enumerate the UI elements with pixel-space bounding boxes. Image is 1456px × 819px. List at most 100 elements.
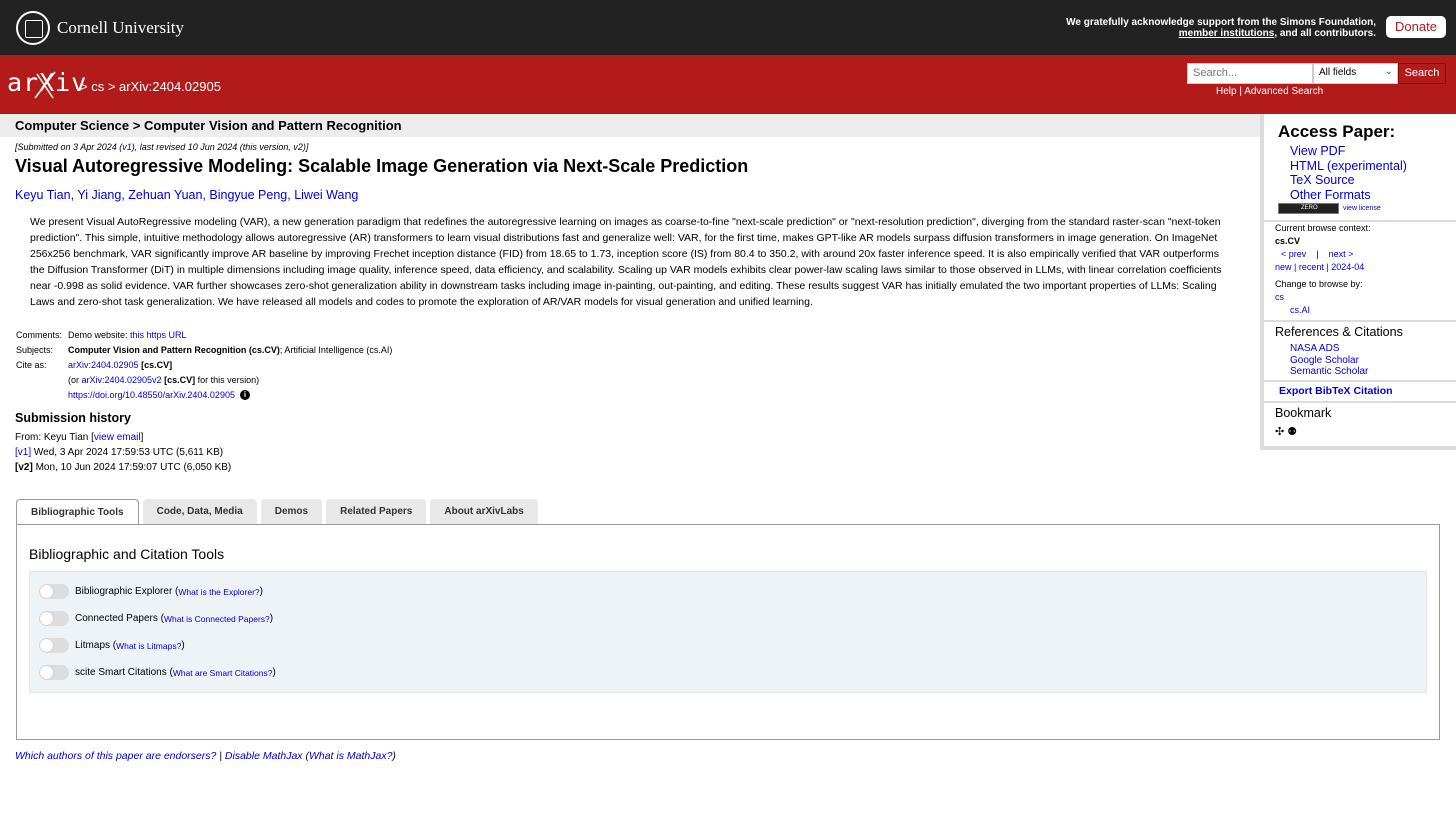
browse-separator: | [1316,249,1319,259]
version-link[interactable]: [v1] [15,447,31,458]
reddit-icon[interactable]: ⚉ [1287,425,1297,438]
cite-id-link[interactable]: arXiv:2404.02905 [68,360,139,370]
panel-title: Bibliographic and Citation Tools [29,546,225,562]
search-field-select[interactable]: All fields ⌄ [1313,63,1398,84]
donate-button[interactable]: Donate [1386,16,1446,38]
author-link[interactable]: Yi Jiang [77,188,121,202]
recent-link[interactable]: recent [1299,262,1324,272]
view-pdf-link[interactable]: View PDF [1290,144,1407,159]
prev-link[interactable]: < prev [1281,249,1306,259]
cite-version: (or arXiv:2404.02905v2 [cs.CV] for this … [68,373,259,388]
history-from: From: Keyu Tian [ [15,432,94,443]
search-button[interactable]: Search [1398,63,1446,84]
endorsers-link[interactable]: Which authors of this paper are endorser… [15,750,216,762]
cc-zero-badge-icon[interactable]: ZERO [1278,203,1339,214]
html-link[interactable]: HTML (experimental) [1290,159,1407,174]
ack-text: We gratefully acknowledge support from t… [1066,17,1376,28]
tool-row: scite Smart Citations (What are Smart Ci… [39,665,276,680]
breadcrumb[interactable]: > cs > arXiv:2404.02905 [80,79,221,94]
arxiv-header: arXiv > cs > arXiv:2404.02905 Search... … [0,55,1456,114]
tab-related-papers[interactable]: Related Papers [326,499,427,524]
acknowledgement: We gratefully acknowledge support from t… [1046,17,1376,39]
tool-help-link[interactable]: What is Connected Papers? [164,614,270,624]
secondary-subjects: ; Artificial Intelligence (cs.AI) [279,345,393,355]
tab-about-arxivlabs[interactable]: About arXivLabs [430,499,538,524]
comments-label: Comments: [16,330,63,340]
tool-name: Connected Papers [75,613,158,624]
version-current: [v2] [15,462,33,473]
tab-code-data-media[interactable]: Code, Data, Media [142,499,257,524]
tool-row: Bibliographic Explorer (What is the Expl… [39,584,263,599]
paper-title: Visual Autoregressive Modeling: Scalable… [15,156,749,176]
arxiv-logo[interactable]: arXiv [7,68,87,99]
access-paper-title: Access Paper: [1278,122,1396,141]
info-icon[interactable]: i [239,390,250,400]
bookmark-icons: ✣ ⚉ [1275,425,1297,438]
view-email-link[interactable]: view email [94,432,141,443]
divider [1264,401,1456,403]
tab-panel: Bibliographic and Citation Tools Bibliog… [16,524,1440,740]
dateline-v1-link[interactable]: v1 [122,142,132,152]
help-links: Help | Advanced Search [1216,86,1323,97]
google-scholar-link[interactable]: Google Scholar [1290,355,1368,367]
member-institutions-link[interactable]: member institutions [1179,28,1275,39]
mathjax-help-link[interactable]: What is MathJax? [309,750,392,762]
nasa-ads-link[interactable]: NASA ADS [1290,343,1368,355]
toggle-switch[interactable] [39,584,69,599]
browse-cs-link[interactable]: cs [1275,291,1371,304]
version-details: Mon, 10 Jun 2024 17:59:07 UTC (6,050 KB) [32,462,232,473]
tab-demos[interactable]: Demos [260,499,323,524]
submission-dateline: [Submitted on 3 Apr 2024 (v1), last revi… [15,142,308,152]
disable-mathjax-link[interactable]: Disable MathJax [225,750,303,762]
author-link[interactable]: Zehuan Yuan [128,188,202,202]
abstract: We present Visual AutoRegressive modelin… [30,216,1222,308]
browse-context: Current browse context: cs.CV < prev | n… [1275,222,1371,317]
bibsonomy-icon[interactable]: ✣ [1275,425,1284,438]
cornell-logo[interactable]: Cornell University [16,11,184,45]
browse-separator: | [1326,262,1329,272]
bookmark-title: Bookmark [1275,406,1332,420]
toggle-switch[interactable] [39,611,69,626]
history-from-end: ] [140,432,144,443]
toggle-switch[interactable] [39,665,69,680]
toggle-switch[interactable] [39,638,69,653]
date-link[interactable]: 2024-04 [1331,262,1364,272]
author-link[interactable]: Bingyue Peng [209,188,287,202]
cite-or: (or [68,375,82,385]
doi-link[interactable]: https://doi.org/10.48550/arXiv.2404.0290… [68,390,235,400]
semantic-scholar-link[interactable]: Semantic Scholar [1290,366,1368,378]
author-link[interactable]: Liwei Wang [294,188,358,202]
tool-help-link[interactable]: What are Smart Citations? [173,668,273,678]
demo-link[interactable]: this https URL [130,330,187,340]
tab-bibliographic-tools[interactable]: Bibliographic Tools [16,499,139,525]
subjects-value: Computer Vision and Pattern Recognition … [68,343,392,358]
tool-help-link[interactable]: What is Litmaps? [116,641,181,651]
cite-label: Cite as: [16,360,47,370]
other-formats-link[interactable]: Other Formats [1290,188,1407,203]
tool-row: Litmaps (What is Litmaps?) [39,638,185,653]
advanced-search-link[interactable]: Advanced Search [1244,86,1323,97]
dateline-suffix: ), last revised 10 Jun 2024 (this versio… [131,142,309,152]
sidebar: Access Paper: View PDF HTML (experimenta… [1260,114,1456,450]
divider [1264,320,1456,322]
metadata-table: Comments: Demo website: this https URL Su… [16,328,392,403]
next-link[interactable]: next > [1329,249,1354,259]
search-field-value: All fields [1319,67,1357,78]
browse-cs-ai-link[interactable]: cs.AI [1275,304,1371,317]
search-input[interactable]: Search... [1187,63,1313,84]
help-separator: | [1239,86,1242,97]
tool-help-link[interactable]: What is the Explorer? [178,587,259,597]
author-link[interactable]: Keyu Tian [15,188,71,202]
view-license-link[interactable]: view license [1343,205,1381,212]
help-link[interactable]: Help [1216,86,1237,97]
export-bibtex-link[interactable]: Export BibTeX Citation [1279,385,1393,397]
cite-v2-category: [cs.CV] [164,375,196,385]
browse-context-label: Current browse context: [1275,223,1371,233]
chevron-down-icon: ⌄ [1384,66,1393,77]
primary-subject: Computer Vision and Pattern Recognition … [68,345,280,355]
tex-source-link[interactable]: TeX Source [1290,173,1407,188]
cite-v2-link[interactable]: arXiv:2404.02905v2 [82,375,162,385]
new-link[interactable]: new [1275,262,1292,272]
submission-history: From: Keyu Tian [view email] [v1] Wed, 3… [15,430,231,475]
tab-bar: Bibliographic Tools Code, Data, Media De… [16,499,542,525]
